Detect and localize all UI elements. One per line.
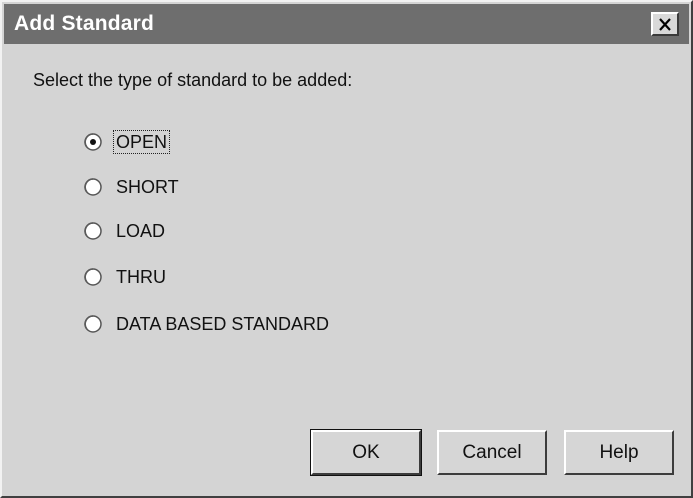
- help-button[interactable]: Help: [564, 430, 674, 475]
- close-icon: [659, 17, 671, 31]
- radio-label-thru[interactable]: THRU: [114, 266, 168, 288]
- window-title: Add Standard: [14, 12, 155, 35]
- radio-icon[interactable]: [84, 133, 102, 151]
- instruction-label: Select the type of standard to be added:: [33, 70, 353, 90]
- radio-label-open[interactable]: OPEN: [112, 130, 171, 154]
- radio-label-data-based-standard[interactable]: DATA BASED STANDARD: [114, 313, 331, 335]
- radio-option-load[interactable]: LOAD: [84, 218, 167, 244]
- radio-label-load[interactable]: LOAD: [114, 220, 167, 242]
- cancel-button[interactable]: Cancel: [437, 430, 547, 475]
- close-button[interactable]: [651, 12, 679, 36]
- add-standard-dialog: Add Standard Select the type of standard…: [0, 0, 693, 498]
- radio-icon[interactable]: [84, 315, 102, 333]
- radio-option-open[interactable]: OPEN: [84, 129, 171, 155]
- radio-label-short[interactable]: SHORT: [114, 176, 181, 198]
- ok-button[interactable]: OK: [310, 429, 422, 476]
- radio-option-data-based-standard[interactable]: DATA BASED STANDARD: [84, 311, 331, 337]
- radio-icon[interactable]: [84, 178, 102, 196]
- radio-option-short[interactable]: SHORT: [84, 174, 181, 200]
- radio-icon[interactable]: [84, 268, 102, 286]
- radio-option-thru[interactable]: THRU: [84, 264, 168, 290]
- radio-icon[interactable]: [84, 222, 102, 240]
- title-bar[interactable]: Add Standard: [4, 4, 689, 44]
